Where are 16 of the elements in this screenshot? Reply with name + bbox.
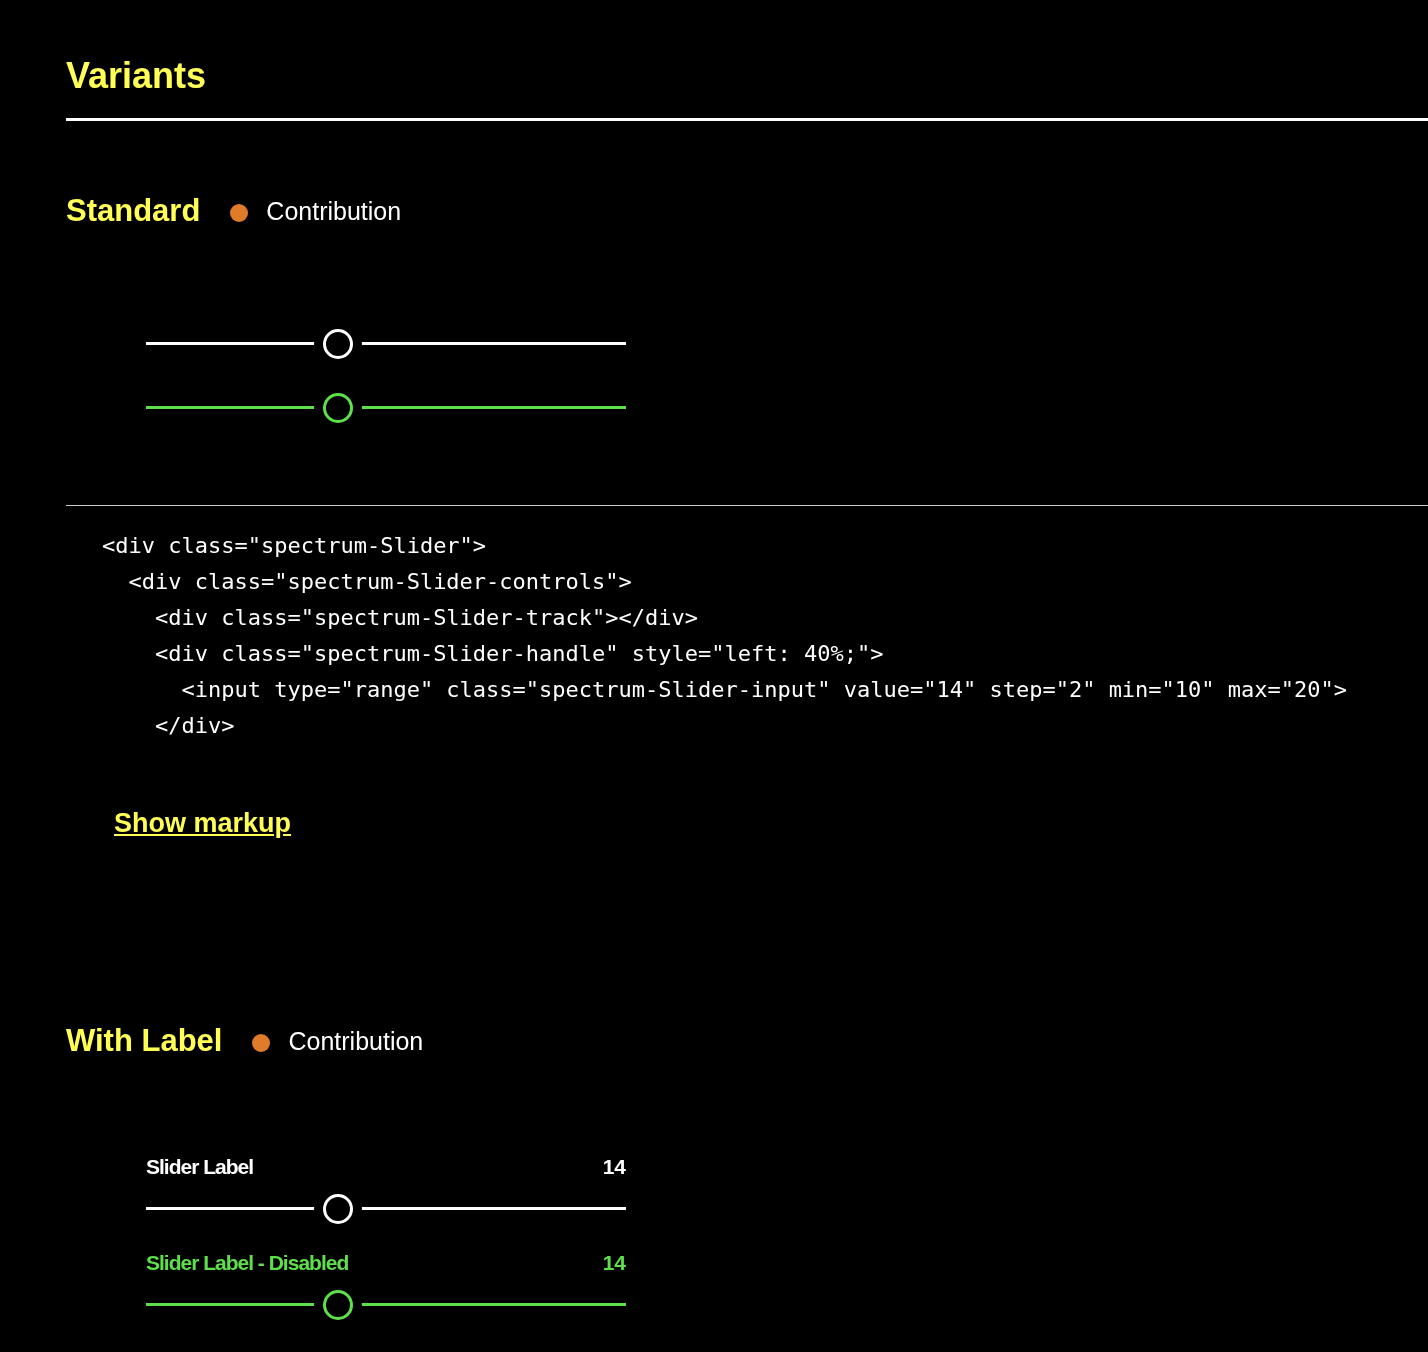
code-line: <div class="spectrum-Slider"> <box>102 532 487 560</box>
section-title: With Label <box>66 1023 223 1059</box>
code-line: <div class="spectrum-Slider-handle" style="left: 40%;"> <box>153 640 884 668</box>
status-label: Contribution <box>266 196 402 226</box>
slider-label: Slider Label - Disabled <box>146 1250 349 1276</box>
slider-value: 14 <box>602 1250 626 1276</box>
code-line: <input type="range" class="spectrum-Slider-input" value="14" step="2" min="10" max="20"> <box>180 676 1348 704</box>
page-title: Variants <box>66 54 208 98</box>
code-line: </div> <box>153 712 235 740</box>
status-label: Contribution <box>288 1026 424 1056</box>
section-title: Standard <box>66 193 201 229</box>
slider-label: Slider Label <box>146 1154 254 1180</box>
code-line: <div class="spectrum-Slider-track"></div> <box>153 604 699 632</box>
show-markup-link[interactable]: Show markup <box>114 808 292 838</box>
code-line: <div class="spectrum-Slider-controls"> <box>127 568 632 596</box>
slider-value: 14 <box>602 1154 626 1180</box>
